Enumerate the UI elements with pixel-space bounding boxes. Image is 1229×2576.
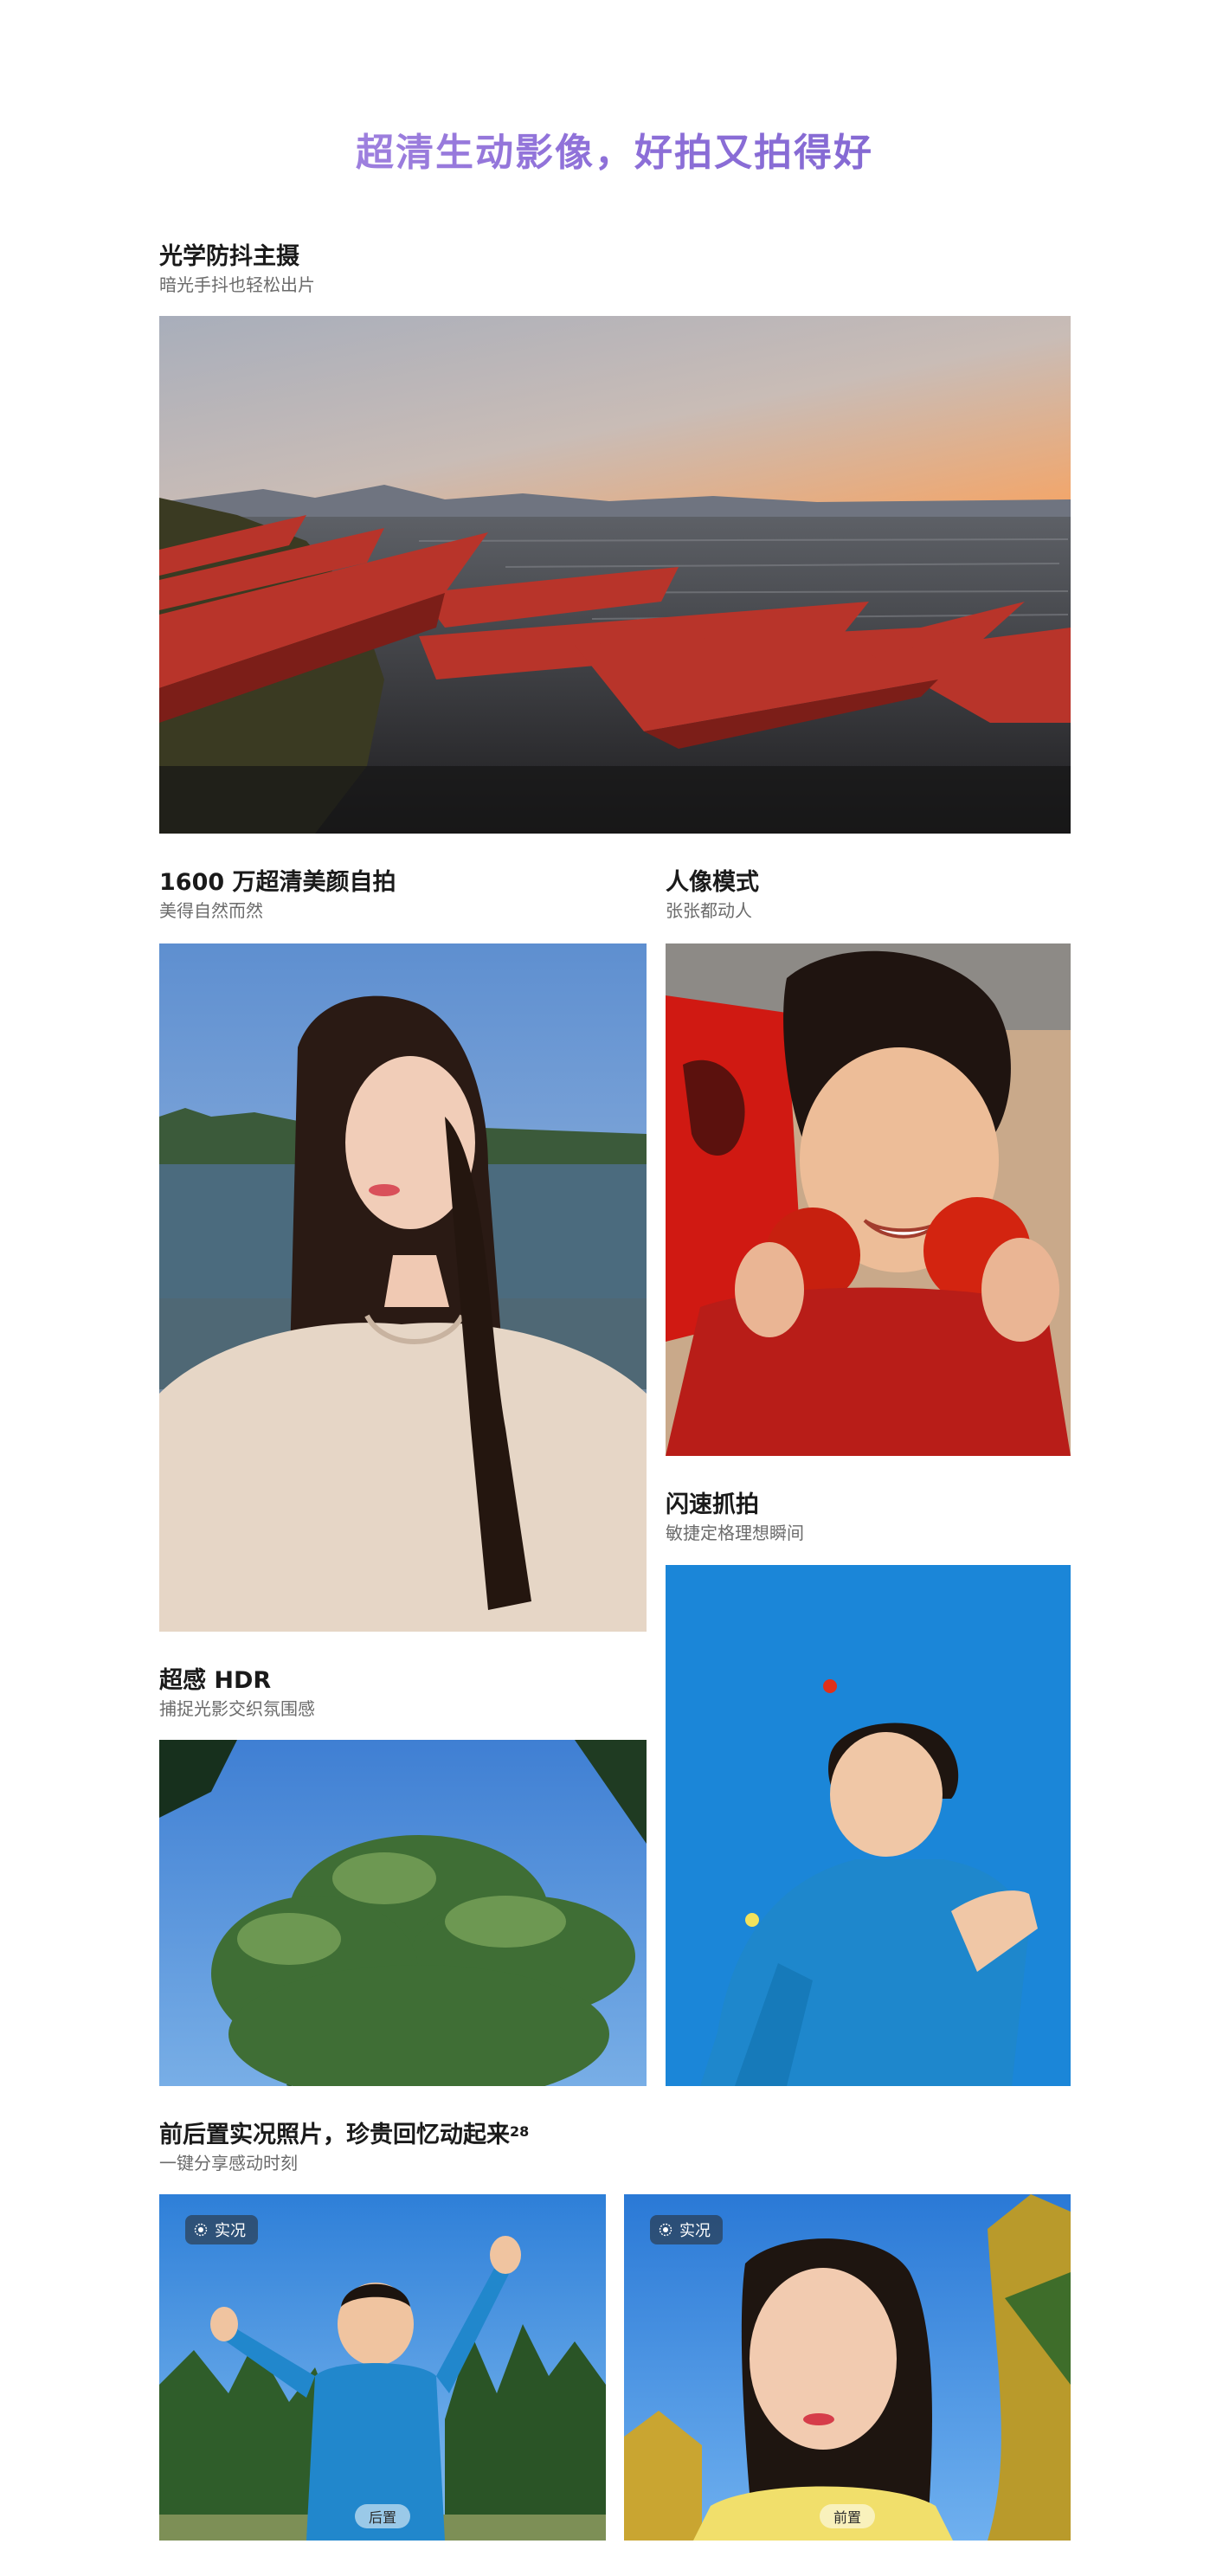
portrait-title: 人像模式 — [666, 869, 759, 896]
live-badge-label: 实况 — [215, 2222, 246, 2240]
ois-subtitle: 暗光手抖也轻松出片 — [159, 274, 315, 295]
selfie-photo — [159, 943, 647, 1632]
selfie-subtitle: 美得自然而然 — [159, 900, 263, 921]
live-photo-icon — [194, 2223, 208, 2237]
live-title: 前后置实况照片，珍贵回忆动起来28 — [159, 2122, 530, 2148]
live-badge: 实况 — [185, 2215, 258, 2244]
selfie-title: 1600 万超清美颜自拍 — [159, 869, 396, 896]
live-photo-front[interactable]: 实况 前置 — [624, 2194, 1071, 2541]
portrait-subtitle: 张张都动人 — [666, 900, 752, 921]
ois-title: 光学防抖主摄 — [159, 243, 299, 270]
live-photo-rear[interactable]: 实况 后置 — [159, 2194, 606, 2541]
child-tomatoes-photo — [666, 943, 1071, 1456]
tree-sky-photo — [159, 1740, 647, 2086]
hdr-subtitle: 捕捉光影交织氛围感 — [159, 1698, 315, 1719]
hdr-title: 超感 HDR — [159, 1667, 272, 1694]
live-badge: 实况 — [650, 2215, 723, 2244]
child-jump-photo — [666, 1565, 1071, 2086]
snap-subtitle: 敏捷定格理想瞬间 — [666, 1523, 804, 1543]
boats-lake-photo — [159, 316, 1071, 834]
live-subtitle: 一键分享感动时刻 — [159, 2153, 298, 2174]
front-camera-tag: 前置 — [819, 2504, 876, 2528]
rear-camera-tag: 后置 — [354, 2504, 411, 2528]
snap-title: 闪速抓拍 — [666, 1491, 759, 1518]
live-photo-icon — [659, 2223, 672, 2237]
page-title: 超清生动影像，好拍又拍得好 — [0, 121, 1229, 177]
live-badge-label: 实况 — [679, 2222, 711, 2240]
